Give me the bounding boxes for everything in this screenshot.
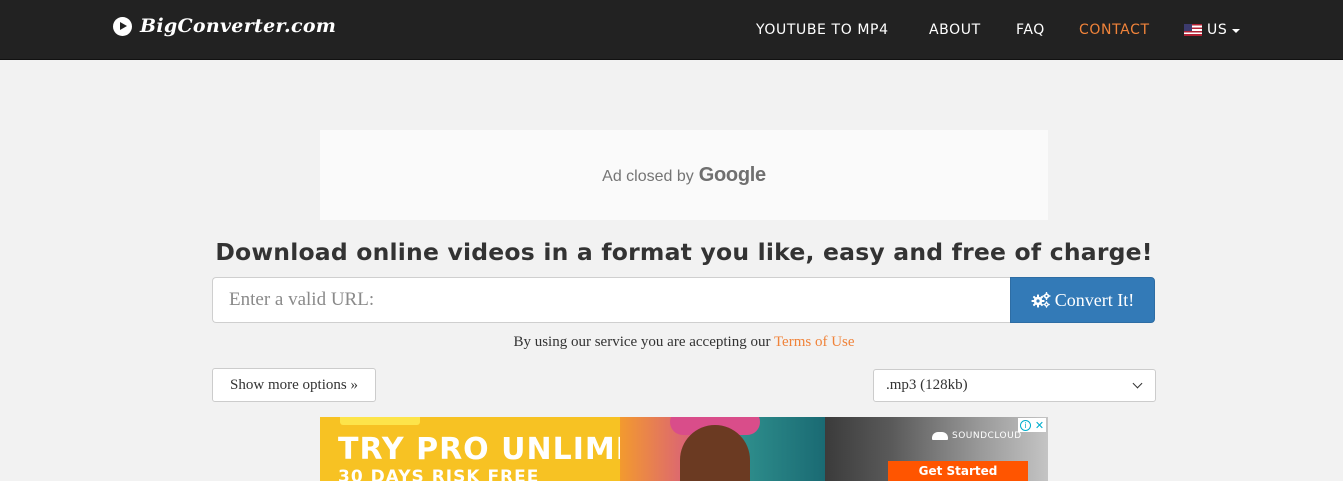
ad-choices[interactable]: i ✕	[1018, 418, 1046, 432]
soundcloud-logo-text: SOUNDCLOUD	[952, 431, 1022, 441]
ad-closed-text: Ad closed by	[602, 167, 694, 185]
ad-banner-bottom[interactable]: TRY PRO UNLIMITED 30 DAYS RISK FREE SOUN…	[320, 417, 1048, 481]
ad-subline: 30 DAYS RISK FREE	[338, 467, 540, 481]
gears-icon	[1031, 292, 1051, 308]
format-selected-value: .mp3 (128kb)	[886, 377, 968, 393]
soundcloud-logo: SOUNDCLOUD	[932, 431, 1022, 441]
show-more-options-button[interactable]: Show more options »	[212, 368, 376, 402]
ad-banner-top: Ad closed by Google	[320, 130, 1048, 220]
nav-youtube-to-mp4[interactable]: YOUTUBE TO MP4	[756, 21, 889, 39]
url-input[interactable]	[212, 277, 1010, 323]
terms-notice: By using our service you are accepting o…	[0, 334, 1343, 351]
info-icon[interactable]: i	[1019, 419, 1031, 431]
nav-faq[interactable]: FAQ	[1016, 21, 1045, 39]
chevron-down-icon	[1132, 378, 1143, 389]
terms-text: By using our service you are accepting o…	[513, 334, 771, 350]
page-headline: Download online videos in a format you l…	[215, 238, 1153, 266]
nav-about[interactable]: ABOUT	[929, 21, 981, 39]
caret-down-icon[interactable]	[1232, 29, 1240, 33]
ad-closed-notice: Ad closed by Google	[602, 164, 766, 187]
google-wordmark: Google	[698, 163, 766, 186]
brand-name: BigConverter.com	[140, 15, 337, 37]
nav-contact[interactable]: CONTACT	[1079, 21, 1150, 39]
format-select[interactable]: .mp3 (128kb)	[873, 369, 1156, 402]
ad-tab-decoration	[340, 417, 420, 425]
close-icon[interactable]: ✕	[1035, 420, 1044, 431]
brand-logo[interactable]: BigConverter.com	[113, 13, 336, 39]
convert-button-label: Convert It!	[1054, 289, 1135, 310]
ad-get-started-button[interactable]: Get Started	[888, 461, 1028, 481]
play-circle-icon	[113, 16, 132, 36]
us-flag-icon[interactable]	[1184, 24, 1202, 36]
terms-of-use-link[interactable]: Terms of Use	[774, 334, 855, 350]
cloud-icon	[932, 432, 948, 440]
convert-button[interactable]: Convert It!	[1010, 277, 1155, 323]
navbar: BigConverter.com YOUTUBE TO MP4 ABOUT FA…	[0, 0, 1343, 60]
language-dropdown[interactable]: US	[1207, 21, 1227, 39]
